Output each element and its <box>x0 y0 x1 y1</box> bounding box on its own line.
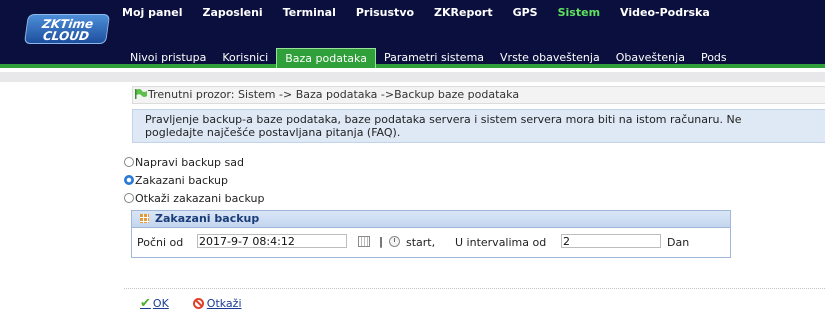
form-actions: ✔ OK Otkaži <box>140 296 266 311</box>
panel-body: Počni od | start, U intervalima od Dan <box>132 228 730 257</box>
interval-input[interactable] <box>561 234 661 248</box>
nav-sistem[interactable]: Sistem <box>558 6 600 19</box>
breadcrumb: Trenutni prozor: Sistem -> Baza podataka… <box>132 86 825 104</box>
clock-icon[interactable] <box>389 236 400 247</box>
tab-parametri-sistema[interactable]: Parametri sistema <box>376 48 492 68</box>
radio-label: Napravi backup sad <box>135 155 244 169</box>
nav-prisustvo[interactable]: Prisustvo <box>356 6 414 19</box>
info-message: Pravljenje backup-a baze podataka, baze … <box>132 109 825 143</box>
panel-header: Zakazani backup <box>132 211 730 228</box>
nav-zkreport[interactable]: ZKReport <box>434 6 493 19</box>
radio-label: Zakazani backup <box>135 173 228 187</box>
nav-gps[interactable]: GPS <box>513 6 538 19</box>
radio-unchecked-icon[interactable] <box>124 193 134 203</box>
content-top-band <box>0 72 825 82</box>
separator: | <box>379 235 384 248</box>
cancel-icon <box>192 298 204 309</box>
calendar-icon[interactable] <box>358 236 370 247</box>
tab-nivoi-pristupa[interactable]: Nivoi pristupa <box>122 48 214 68</box>
nav-video-podrska[interactable]: Video-Podrska <box>620 6 710 19</box>
flag-icon <box>135 89 147 99</box>
start-text: start, <box>406 236 436 249</box>
tab-vrste-obavestenja[interactable]: Vrste obaveštenja <box>492 48 608 68</box>
zktime-cloud-logo[interactable]: ZKTime CLOUD <box>23 14 111 44</box>
top-header: ZKTime CLOUD Moj panel Zaposleni Terminal… <box>0 0 825 44</box>
tab-pods[interactable]: Pods <box>693 48 735 68</box>
interval-label: U intervalima od <box>455 236 547 249</box>
start-label: Počni od <box>137 236 184 249</box>
radio-label: Otkaži zakazani backup <box>135 191 265 205</box>
main-navigation: Moj panel Zaposleni Terminal Prisustvo Z… <box>122 6 730 19</box>
cancel-button[interactable]: Otkaži <box>192 296 242 311</box>
info-line-1: Pravljenje backup-a baze podataka, baze … <box>145 113 742 126</box>
divider <box>124 288 825 289</box>
cancel-label: Otkaži <box>206 297 242 310</box>
radio-otkazi-backup[interactable]: Otkaži zakazani backup <box>124 189 264 207</box>
panel-title: Zakazani backup <box>155 212 260 225</box>
radio-unchecked-icon[interactable] <box>124 157 134 167</box>
grid-icon <box>140 214 149 223</box>
radio-napravi-backup[interactable]: Napravi backup sad <box>124 153 264 171</box>
info-line-2: pogledajte najčešće postavljana pitanja … <box>145 126 401 139</box>
nav-zaposleni[interactable]: Zaposleni <box>202 6 262 19</box>
unit-label: Dan <box>667 236 690 249</box>
radio-zakazani-backup[interactable]: Zakazani backup <box>124 171 264 189</box>
radio-checked-icon[interactable] <box>124 175 134 185</box>
tab-baza-podataka[interactable]: Baza podataka <box>276 48 376 68</box>
checkmark-icon: ✔ <box>140 296 151 311</box>
breadcrumb-text: Trenutni prozor: Sistem -> Baza podataka… <box>148 88 520 101</box>
nav-moj-panel[interactable]: Moj panel <box>122 6 182 19</box>
ok-button[interactable]: ✔ OK <box>140 296 169 311</box>
ok-label: OK <box>152 297 169 310</box>
sub-navigation: Nivoi pristupa Korisnici Baza podataka P… <box>0 44 825 68</box>
tab-korisnici[interactable]: Korisnici <box>214 48 276 68</box>
start-datetime-input[interactable] <box>197 234 347 248</box>
nav-terminal[interactable]: Terminal <box>283 6 336 19</box>
tab-obavestenja[interactable]: Obaveštenja <box>608 48 693 68</box>
backup-options: Napravi backup sad Zakazani backup Otkaž… <box>124 153 264 207</box>
scheduled-backup-panel: Zakazani backup Počni od | start, U inte… <box>131 210 731 258</box>
